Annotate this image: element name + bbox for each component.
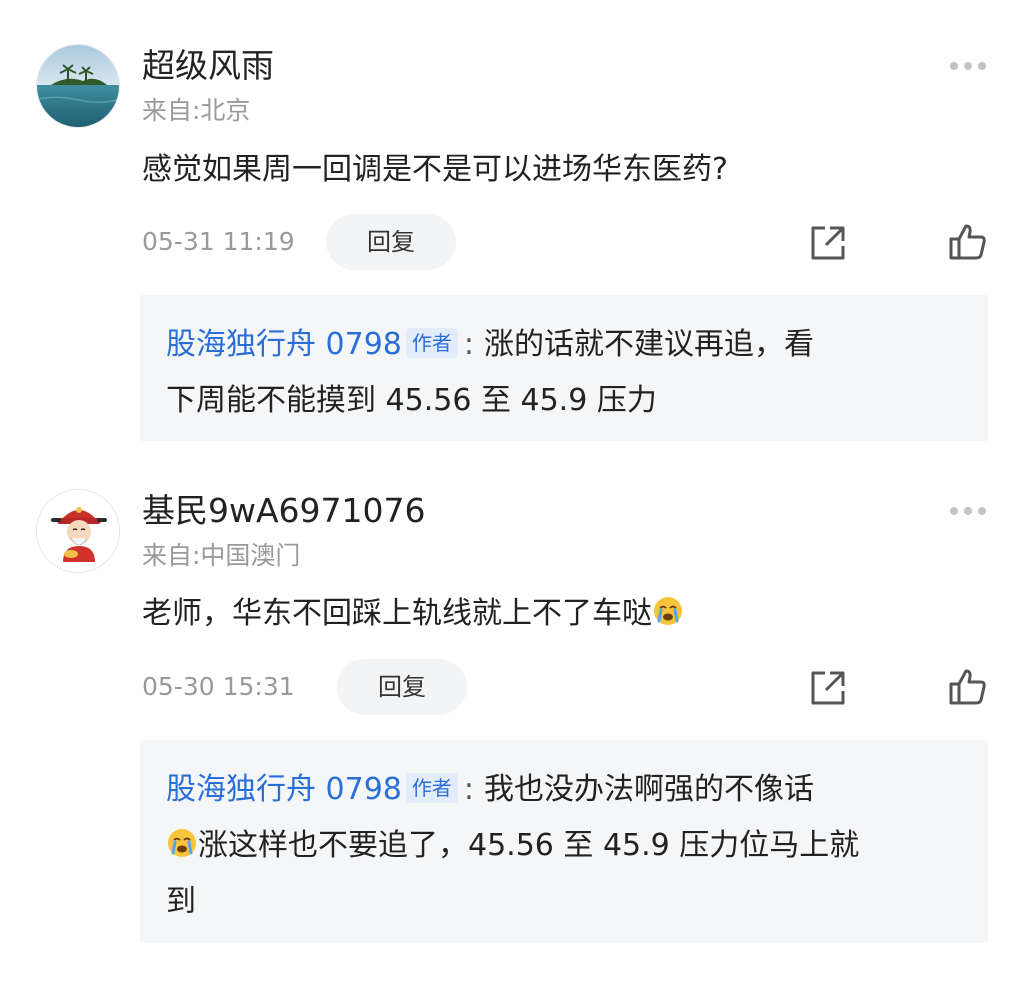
more-dots-icon[interactable] bbox=[948, 60, 988, 72]
more-dots-icon[interactable] bbox=[948, 505, 988, 517]
author-reply: 股海独行舟 0798 作者: 涨的话就不建议再追，看 下周能不能摸到 45.56 至… bbox=[140, 295, 988, 441]
reply-text: 下周能不能摸到 45.56 至 45.9 压力 bbox=[166, 383, 657, 418]
comment-text-content: 老师，华东不回踩上轨线就上不了车哒 bbox=[142, 596, 652, 631]
reply-line: 股海独行舟 0798 作者: 涨的话就不建议再追，看 bbox=[166, 317, 964, 373]
comment-text: 老师，华东不回踩上轨线就上不了车哒 bbox=[142, 594, 684, 634]
username[interactable]: 基民9wA6971076 bbox=[142, 491, 426, 531]
timestamp: 05-31 11:19 bbox=[142, 227, 295, 256]
author-reply: 股海独行舟 0798 作者: 我也没办法啊强的不像话 涨这样也不要追了，45.56 … bbox=[140, 740, 988, 943]
reply-line: 股海独行舟 0798 作者: 我也没办法啊强的不像话 bbox=[166, 762, 964, 818]
reply-author-link[interactable]: 股海独行舟 0798 bbox=[166, 772, 402, 807]
location-label: 来自:中国澳门 bbox=[142, 541, 301, 570]
separator: : bbox=[463, 772, 474, 807]
thumbs-up-icon[interactable] bbox=[948, 222, 988, 262]
share-icon[interactable] bbox=[808, 668, 848, 708]
author-badge: 作者 bbox=[405, 328, 458, 358]
thumbs-up-icon[interactable] bbox=[948, 667, 988, 707]
separator: : bbox=[463, 327, 474, 362]
username[interactable]: 超级风雨 bbox=[142, 46, 274, 86]
avatar[interactable] bbox=[36, 44, 120, 128]
share-icon[interactable] bbox=[808, 223, 848, 263]
crying-face-icon bbox=[168, 829, 196, 857]
location-label: 来自:北京 bbox=[142, 96, 251, 125]
reply-text: 涨的话就不建议再追，看 bbox=[484, 327, 814, 362]
avatar[interactable] bbox=[36, 489, 120, 573]
crying-face-icon bbox=[654, 597, 682, 625]
author-badge: 作者 bbox=[405, 773, 458, 803]
reply-line: 到 bbox=[166, 874, 964, 930]
reply-line: 涨这样也不要追了，45.56 至 45.9 压力位马上就 bbox=[166, 818, 964, 874]
reply-line: 下周能不能摸到 45.56 至 45.9 压力 bbox=[166, 373, 964, 429]
reply-text: 涨这样也不要追了，45.56 至 45.9 压力位马上就 bbox=[198, 828, 860, 863]
reply-author-link[interactable]: 股海独行舟 0798 bbox=[166, 327, 402, 362]
reply-button[interactable]: 回复 bbox=[337, 659, 467, 715]
reply-button[interactable]: 回复 bbox=[326, 214, 456, 270]
reply-text: 我也没办法啊强的不像话 bbox=[484, 772, 814, 807]
comment-text: 感觉如果周一回调是不是可以进场华东医药? bbox=[142, 152, 728, 187]
reply-text: 到 bbox=[166, 884, 196, 919]
timestamp: 05-30 15:31 bbox=[142, 672, 295, 701]
